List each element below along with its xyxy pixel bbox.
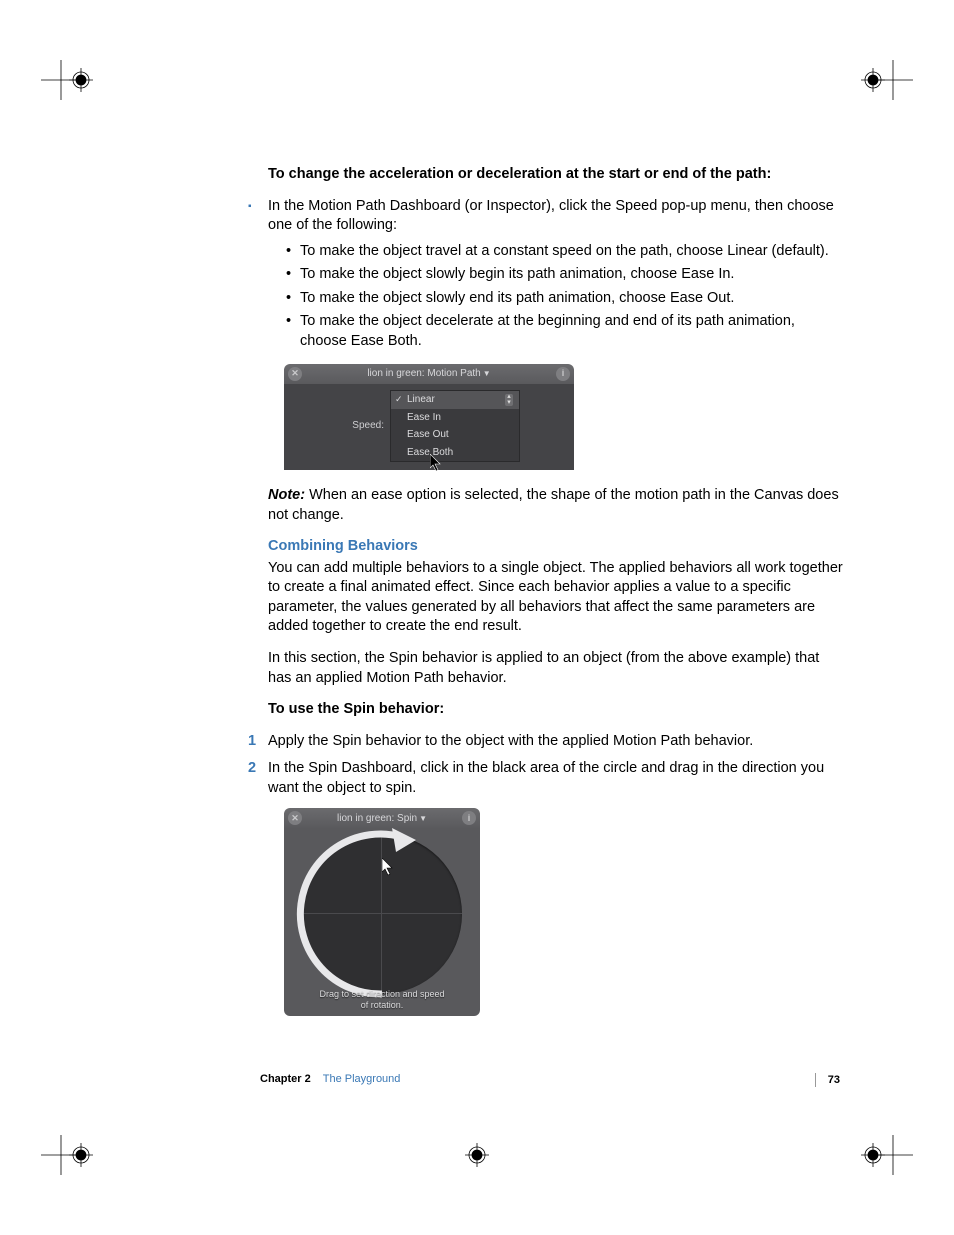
footer-chapter: Chapter 2 (260, 1073, 311, 1087)
note-paragraph: Note: When an ease option is selected, t… (268, 486, 844, 525)
page-footer: Chapter 2 The Playground 73 (260, 1073, 840, 1087)
sub-bullet-list: •To make the object travel at a constant… (286, 242, 844, 352)
info-icon[interactable]: i (462, 811, 476, 825)
heading-spin: To use the Spin behavior: (268, 700, 844, 720)
bullet-dot-icon: • (286, 265, 300, 285)
stepper-icon[interactable]: ▴▾ (505, 394, 513, 406)
spin-dashboard-body: Drag to set direction and speed of rotat… (284, 828, 480, 1016)
figure-spin-dashboard: ✕ lion in green: Spin▼ i (284, 808, 480, 1016)
bullet-dot-icon: • (286, 312, 300, 351)
sub-bullet-text: To make the object slowly begin its path… (300, 265, 734, 285)
spin-circle[interactable] (302, 834, 462, 994)
combining-para1: You can add multiple behaviors to a sing… (268, 559, 844, 637)
step-number: 2 (248, 759, 268, 798)
speed-option-ease-out[interactable]: Ease Out (391, 426, 519, 444)
speed-popup-menu[interactable]: ✓ Linear ▴▾ Ease In Ease Out Ease Both (390, 390, 520, 463)
sub-bullet-text: To make the object slowly end its path a… (300, 289, 734, 309)
bullet-dot-icon: • (286, 242, 300, 262)
speed-option-ease-both[interactable]: Ease Both (391, 444, 519, 462)
cursor-icon (430, 454, 444, 472)
page-body: To change the acceleration or decelerati… (268, 165, 844, 1032)
footer-page-number: 73 (828, 1074, 840, 1086)
bullet-dot-icon: • (286, 289, 300, 309)
step-row: 2 In the Spin Dashboard, click in the bl… (268, 759, 844, 798)
main-bullet-text: In the Motion Path Dashboard (or Inspect… (268, 197, 844, 236)
checkmark-icon: ✓ (395, 393, 403, 405)
speed-option-linear[interactable]: ✓ Linear ▴▾ (391, 391, 519, 409)
chevron-down-icon[interactable]: ▼ (419, 814, 427, 823)
speed-label: Speed: (284, 419, 390, 433)
dashboard-header: ✕ lion in green: Spin▼ i (284, 808, 480, 828)
step-text: Apply the Spin behavior to the object wi… (268, 732, 753, 752)
step-row: 1 Apply the Spin behavior to the object … (268, 732, 844, 752)
close-icon[interactable]: ✕ (288, 811, 302, 825)
sub-bullet-text: To make the object travel at a constant … (300, 242, 829, 262)
close-icon[interactable]: ✕ (288, 367, 302, 381)
heading-combining: Combining Behaviors (268, 537, 844, 557)
dashboard-title: lion in green: Spin▼ (302, 812, 462, 826)
dashboard-title: lion in green: Motion Path▼ (302, 367, 556, 381)
heading-accel: To change the acceleration or decelerati… (268, 165, 844, 185)
note-text: When an ease option is selected, the sha… (268, 487, 839, 523)
step-number: 1 (248, 732, 268, 752)
sub-bullet-text: To make the object decelerate at the beg… (300, 312, 844, 351)
spin-arc-icon (296, 828, 468, 1000)
footer-title: The Playground (323, 1073, 401, 1087)
dashboard-body: Speed: ✓ Linear ▴▾ Ease In Ease Out Ease… (284, 384, 574, 467)
note-label: Note: (268, 487, 305, 503)
main-bullet: ▪ In the Motion Path Dashboard (or Inspe… (268, 197, 844, 236)
cursor-icon (382, 858, 396, 876)
info-icon[interactable]: i (556, 367, 570, 381)
spin-hint-text: Drag to set direction and speed of rotat… (284, 989, 480, 1011)
chevron-down-icon[interactable]: ▼ (483, 369, 491, 378)
combining-para2: In this section, the Spin behavior is ap… (268, 649, 844, 688)
dashboard-header: ✕ lion in green: Motion Path▼ i (284, 364, 574, 384)
figure-motion-path-dashboard: ✕ lion in green: Motion Path▼ i Speed: ✓… (284, 364, 574, 471)
speed-option-ease-in[interactable]: Ease In (391, 409, 519, 427)
bullet-square-icon: ▪ (248, 197, 268, 236)
step-text: In the Spin Dashboard, click in the blac… (268, 759, 844, 798)
